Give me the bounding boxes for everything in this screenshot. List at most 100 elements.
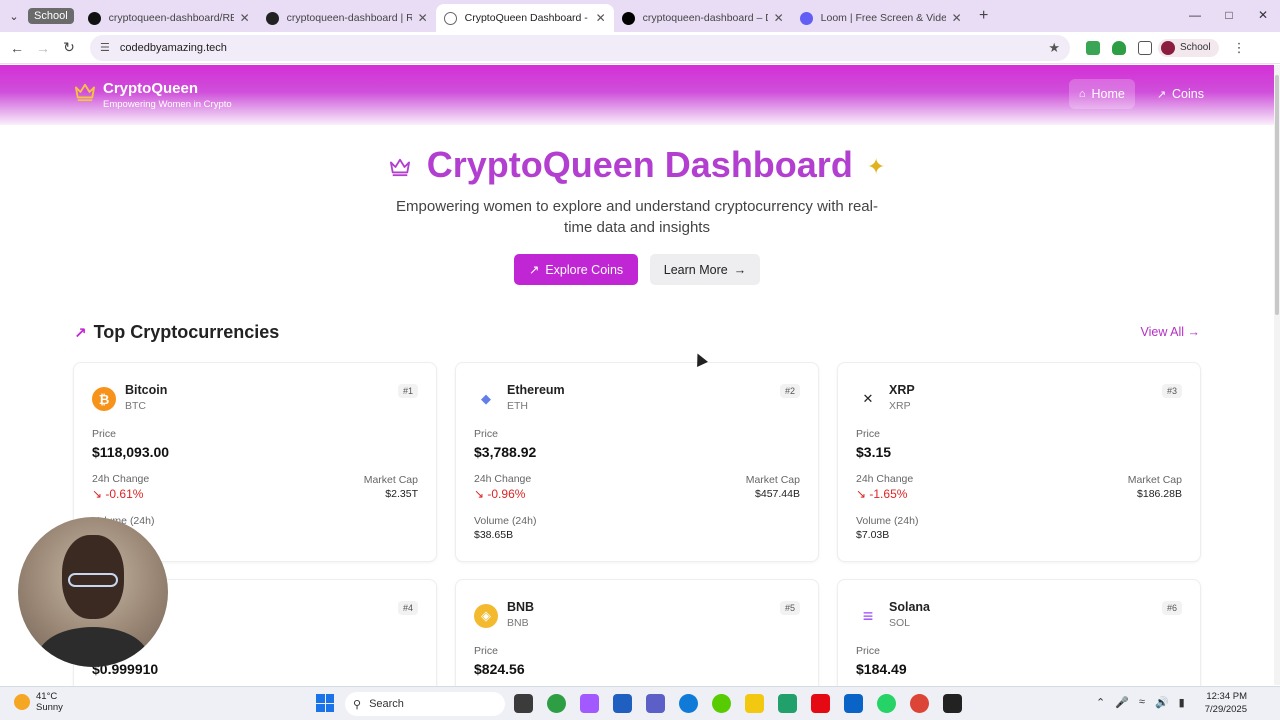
- url-field[interactable]: ☰ codedbyamazing.tech ★: [90, 34, 1070, 61]
- webcam-overlay[interactable]: [18, 517, 168, 667]
- market-cap-label: Market Cap: [363, 474, 418, 486]
- learn-more-button[interactable]: Learn More →: [650, 254, 760, 285]
- hero-title-text: CryptoQueen Dashboard: [426, 144, 853, 185]
- taskbar-search[interactable]: ⚲ Search: [345, 692, 505, 716]
- chevron-up-icon[interactable]: ⌃: [1096, 696, 1105, 709]
- profile-label: School: [1180, 42, 1211, 53]
- minimize-icon[interactable]: —: [1178, 0, 1212, 30]
- windows-start-icon[interactable]: [316, 694, 334, 712]
- site-info-icon[interactable]: ☰: [100, 41, 110, 54]
- tab-vercel[interactable]: cryptoqueen-dashboard – Depl ✕: [614, 4, 792, 32]
- nav-coins[interactable]: ↗ Coins: [1147, 79, 1214, 109]
- tab-title: CryptoQueen Dashboard - Emp: [464, 12, 590, 24]
- coin-card-ethereum[interactable]: ◆ Ethereum ETH #2 Price $3,788.92 24h Ch…: [455, 362, 819, 562]
- shield-extension-icon[interactable]: [1112, 40, 1126, 55]
- chrome-active-icon[interactable]: [910, 694, 929, 713]
- tab-cryptoqueen[interactable]: CryptoQueen Dashboard - Emp ✕: [435, 4, 614, 32]
- file-explorer-icon[interactable]: [745, 694, 764, 713]
- extensions-area: [1086, 40, 1152, 55]
- coin-change: ↘ -1.65%: [856, 487, 907, 501]
- coin-symbol: BNB: [507, 617, 529, 629]
- tab-group-chip[interactable]: School: [28, 8, 74, 24]
- reload-icon[interactable]: ↻: [56, 39, 82, 56]
- forward-icon[interactable]: →: [30, 40, 56, 56]
- price-label: Price: [856, 428, 880, 440]
- tab-title: Loom | Free Screen & Video Re: [820, 12, 946, 24]
- market-cap-label: Market Cap: [745, 474, 800, 486]
- close-icon[interactable]: ✕: [952, 11, 962, 25]
- teams-icon[interactable]: [646, 694, 665, 713]
- tab-railway[interactable]: cryptoqueen-dashboard | Railw ✕: [258, 4, 436, 32]
- new-tab-icon[interactable]: +: [970, 7, 998, 25]
- netflix-icon[interactable]: [811, 694, 830, 713]
- maximize-icon[interactable]: □: [1212, 0, 1246, 30]
- edge-icon[interactable]: [679, 694, 698, 713]
- wifi-icon[interactable]: ≈: [1139, 696, 1145, 709]
- coin-card-solana[interactable]: ≡ Solana SOL #6 Price $184.49: [837, 579, 1201, 699]
- puzzle-icon[interactable]: [1138, 40, 1152, 55]
- change-label: 24h Change: [92, 473, 150, 485]
- taskbar-clock[interactable]: 12:34 PM 7/29/2025: [1205, 690, 1247, 716]
- nav-home[interactable]: ⌂ Home: [1068, 79, 1135, 109]
- whatsapp-icon[interactable]: [877, 694, 896, 713]
- coin-card-bnb[interactable]: ◈ BNB BNB #5 Price $824.56: [455, 579, 819, 699]
- outlook-icon[interactable]: [844, 694, 863, 713]
- weather-widget[interactable]: 41°C Sunny: [14, 691, 63, 713]
- presenter-glasses: [68, 573, 118, 587]
- trending-up-icon: ↗: [74, 324, 87, 342]
- page-scrollbar[interactable]: [1274, 65, 1280, 685]
- brand[interactable]: CryptoQueen Empowering Women in Crypto: [74, 80, 232, 110]
- arrow-right-icon: →: [733, 262, 747, 277]
- change-value: -1.65%: [869, 487, 908, 501]
- close-icon[interactable]: ✕: [774, 11, 784, 25]
- sparkle-icon: ✦: [866, 154, 886, 180]
- coin-volume: $7.03B: [856, 529, 890, 541]
- microphone-icon[interactable]: 🎤: [1115, 696, 1129, 709]
- bookmark-star-icon[interactable]: ★: [1048, 40, 1060, 56]
- xrp-icon: ✕: [856, 387, 880, 411]
- profile-button[interactable]: School: [1158, 38, 1219, 57]
- volume-icon[interactable]: 🔊: [1155, 696, 1169, 709]
- battery-icon[interactable]: ▮: [1179, 696, 1185, 709]
- brand-subtitle: Empowering Women in Crypto: [103, 99, 232, 110]
- tab-title: cryptoqueen-dashboard – Depl: [642, 12, 768, 24]
- snipping-tool-icon[interactable]: [778, 694, 797, 713]
- clock-date: 7/29/2025: [1204, 704, 1247, 715]
- terminal-icon[interactable]: [943, 694, 962, 713]
- close-icon[interactable]: ✕: [240, 11, 250, 25]
- close-icon[interactable]: ✕: [596, 11, 606, 25]
- coin-name: Bitcoin: [125, 383, 168, 397]
- tab-title: cryptoqueen-dashboard | Railw: [286, 12, 412, 24]
- task-view-icon[interactable]: [514, 694, 533, 713]
- close-window-icon[interactable]: ✕: [1246, 0, 1280, 30]
- duolingo-icon[interactable]: [712, 694, 731, 713]
- globe-icon: [443, 11, 457, 25]
- section-title: ↗ Top Cryptocurrencies: [74, 322, 279, 343]
- windows-taskbar: 41°C Sunny ⚲ Search ⌃ 🎤 ≈ 🔊 ▮ 12:34 PM 7…: [0, 686, 1280, 720]
- change-value: -0.96%: [487, 487, 526, 501]
- browser-tab-bar: ⌄ School cryptoqueen-dashboard/READM ✕ c…: [0, 0, 1280, 32]
- menu-icon[interactable]: ⋮: [1233, 40, 1246, 56]
- taskbar-apps: [514, 694, 962, 713]
- tab-title: cryptoqueen-dashboard/READM: [108, 12, 234, 24]
- coin-name: BNB: [507, 600, 535, 614]
- trending-down-icon: ↘: [92, 487, 106, 501]
- back-icon[interactable]: ←: [4, 40, 30, 56]
- price-label: Price: [92, 428, 116, 440]
- scrollbar-thumb[interactable]: [1275, 75, 1279, 315]
- view-all-link[interactable]: View All →: [1140, 325, 1200, 339]
- tab-github[interactable]: cryptoqueen-dashboard/READM ✕: [80, 4, 258, 32]
- copilot-icon[interactable]: [580, 694, 599, 713]
- tab-search-icon[interactable]: ⌄: [0, 0, 28, 32]
- chrome-icon[interactable]: [547, 694, 566, 713]
- store-icon[interactable]: [613, 694, 632, 713]
- change-label: 24h Change: [856, 473, 914, 485]
- explore-coins-button[interactable]: ↗ Explore Coins: [514, 254, 638, 285]
- tab-loom[interactable]: Loom | Free Screen & Video Re ✕: [792, 4, 970, 32]
- nav-label: Home: [1091, 87, 1125, 101]
- rank-badge: #6: [1161, 601, 1182, 615]
- extension-icon[interactable]: [1086, 40, 1100, 55]
- coin-card-xrp[interactable]: ✕ XRP XRP #3 Price $3.15 24h Change ↘ -1…: [837, 362, 1201, 562]
- close-icon[interactable]: ✕: [418, 11, 428, 25]
- solana-icon: ≡: [856, 604, 880, 628]
